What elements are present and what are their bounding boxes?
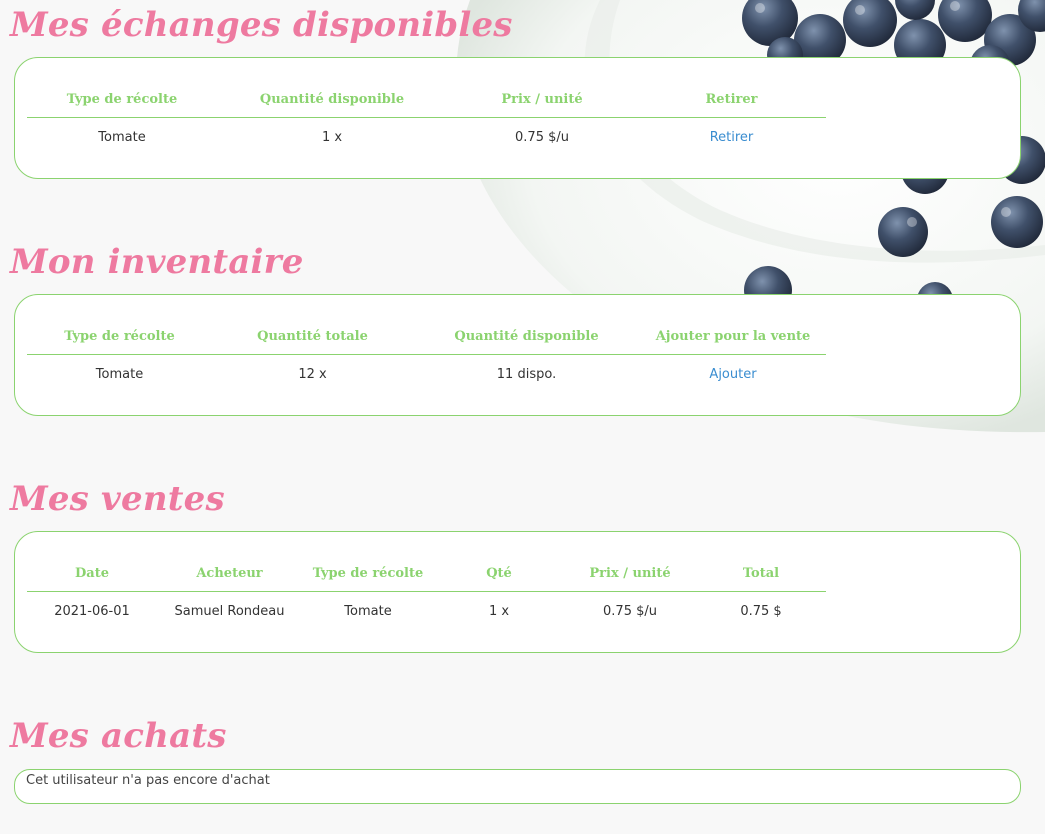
add-for-sale-link[interactable]: Ajouter <box>640 355 826 394</box>
column-header: Quantité disponible <box>413 319 640 355</box>
column-header: Type de récolte <box>302 556 434 592</box>
column-header: Prix / unité <box>447 82 637 118</box>
price-cell: 0.75 $/u <box>515 129 569 145</box>
sales-table: Date Acheteur Type de récolte Qté Prix /… <box>27 556 826 630</box>
empty-purchases-message: Cet utilisateur n'a pas encore d'achat <box>26 773 270 788</box>
inventory-title: Mon inventaire <box>10 242 304 282</box>
inventory-panel: Type de récolte Quantité totale Quantité… <box>14 294 1021 416</box>
column-header: Quantité disponible <box>217 82 447 118</box>
price-cell: 0.75 $/u <box>603 603 657 619</box>
column-header: Retirer <box>637 82 826 118</box>
purchases-panel: Cet utilisateur n'a pas encore d'achat <box>14 769 1021 804</box>
column-header: Type de récolte <box>27 82 217 118</box>
sales-panel: Date Acheteur Type de récolte Qté Prix /… <box>14 531 1021 653</box>
column-header: Total <box>696 556 826 592</box>
table-header-row: Type de récolte Quantité totale Quantité… <box>27 319 826 355</box>
table-row: Tomate 12 x 11 dispo. Ajouter <box>27 355 826 394</box>
column-header: Ajouter pour la vente <box>640 319 826 355</box>
trades-title: Mes échanges disponibles <box>10 5 513 45</box>
buyer-cell: Samuel Rondeau <box>174 603 285 619</box>
column-header: Type de récolte <box>27 319 212 355</box>
table-row: Tomate 1 x 0.75 $/u Retirer <box>27 118 826 157</box>
trades-panel: Type de récolte Quantité disponible Prix… <box>14 57 1021 179</box>
column-header: Quantité totale <box>212 319 413 355</box>
inventory-table: Type de récolte Quantité totale Quantité… <box>27 319 826 393</box>
total-cell: 0.75 $ <box>740 603 782 619</box>
table-header-row: Date Acheteur Type de récolte Qté Prix /… <box>27 556 826 592</box>
quantity-cell: 1 x <box>321 129 343 145</box>
column-header: Prix / unité <box>564 556 696 592</box>
crop-cell: Tomate <box>95 366 144 382</box>
remove-trade-link[interactable]: Retirer <box>637 118 826 157</box>
sales-title: Mes ventes <box>10 479 225 519</box>
total-quantity-cell: 12 x <box>298 366 327 382</box>
table-header-row: Type de récolte Quantité disponible Prix… <box>27 82 826 118</box>
trades-table: Type de récolte Quantité disponible Prix… <box>27 82 826 156</box>
column-header: Date <box>27 556 157 592</box>
column-header: Acheteur <box>157 556 302 592</box>
column-header: Qté <box>434 556 564 592</box>
date-cell: 2021-06-01 <box>54 603 130 619</box>
crop-cell: Tomate <box>344 603 392 619</box>
quantity-cell: 1 x <box>488 603 510 619</box>
crop-cell: Tomate <box>98 129 146 145</box>
table-row: 2021-06-01 Samuel Rondeau Tomate 1 x 0.7… <box>27 592 826 631</box>
purchases-title: Mes achats <box>10 716 227 756</box>
available-quantity-cell: 11 dispo. <box>496 366 557 382</box>
